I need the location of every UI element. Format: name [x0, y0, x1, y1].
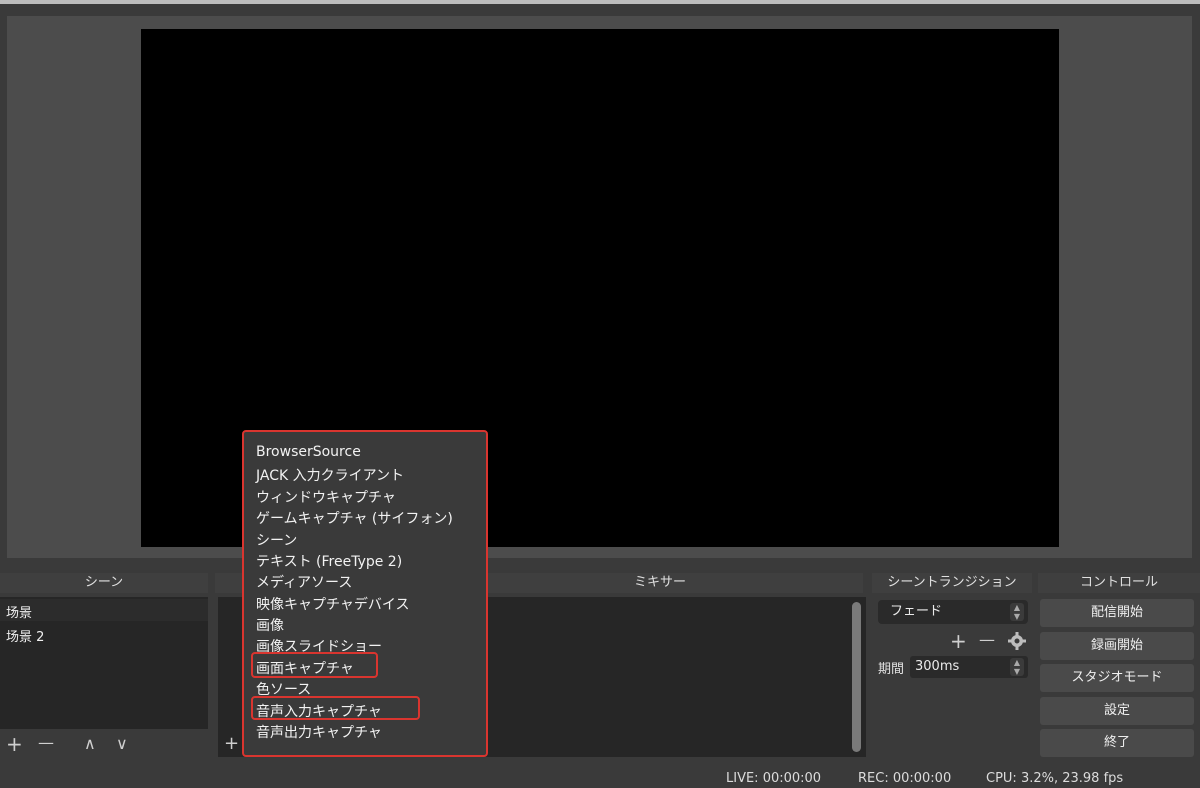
- remove-scene-button[interactable]: —: [38, 733, 54, 753]
- stepper-arrows-icon[interactable]: ▲ ▼: [1010, 658, 1024, 676]
- duration-input[interactable]: 300ms ▲ ▼: [910, 656, 1028, 678]
- select-arrows-icon: ▲ ▼: [1010, 603, 1024, 621]
- menu-item-scene[interactable]: シーン: [256, 530, 297, 550]
- scene-item[interactable]: 场景 2: [6, 626, 44, 645]
- highlight-audio-input-capture: [251, 696, 420, 720]
- menu-item-window-capture[interactable]: ウィンドウキャプチャ: [256, 487, 396, 507]
- add-transition-button[interactable]: +: [950, 631, 967, 651]
- scene-item[interactable]: 场景: [6, 602, 32, 621]
- move-scene-up-button[interactable]: ∧: [84, 734, 96, 754]
- menu-item-audio-output-capture[interactable]: 音声出力キャプチャ: [256, 722, 382, 742]
- start-recording-button[interactable]: 録画開始: [1040, 632, 1194, 660]
- start-streaming-button[interactable]: 配信開始: [1040, 599, 1194, 627]
- scenes-dock-title: シーン: [0, 573, 208, 593]
- highlight-display-capture: [251, 652, 378, 678]
- window-top-border: [0, 0, 1200, 4]
- rec-time: REC: 00:00:00: [858, 771, 952, 786]
- menu-item-video-capture[interactable]: 映像キャプチャデバイス: [256, 594, 409, 614]
- transitions-dock-title: シーントランジション: [872, 573, 1032, 593]
- duration-value: 300ms: [915, 659, 960, 674]
- add-scene-button[interactable]: +: [6, 734, 23, 754]
- menu-item-image[interactable]: 画像: [256, 615, 284, 635]
- menu-item-browser-source[interactable]: BrowserSource: [256, 444, 361, 460]
- cpu-fps: CPU: 3.2%, 23.98 fps: [986, 771, 1124, 786]
- menu-item-media-source[interactable]: メディアソース: [256, 572, 352, 592]
- menu-item-game-capture[interactable]: ゲームキャプチャ (サイフォン): [256, 508, 453, 528]
- menu-item-jack-input[interactable]: JACK 入力クライアント: [256, 465, 404, 485]
- move-scene-down-button[interactable]: ∨: [116, 734, 128, 754]
- controls-dock-title: コントロール: [1038, 573, 1200, 593]
- live-time: LIVE: 00:00:00: [726, 771, 822, 786]
- remove-transition-button[interactable]: —: [979, 630, 995, 650]
- add-source-button[interactable]: +: [224, 734, 239, 754]
- gear-icon[interactable]: [1007, 631, 1027, 651]
- duration-label: 期間: [878, 662, 905, 677]
- transition-select-value: フェード: [890, 604, 943, 619]
- mixer-scrollbar[interactable]: [852, 602, 861, 752]
- studio-mode-button[interactable]: スタジオモード: [1040, 664, 1194, 692]
- exit-button[interactable]: 終了: [1040, 729, 1194, 757]
- settings-button[interactable]: 設定: [1040, 697, 1194, 725]
- menu-item-text[interactable]: テキスト (FreeType 2): [256, 551, 402, 571]
- transition-select[interactable]: フェード ▲ ▼: [878, 600, 1028, 624]
- mixer-dock-title: ミキサー: [633, 575, 686, 590]
